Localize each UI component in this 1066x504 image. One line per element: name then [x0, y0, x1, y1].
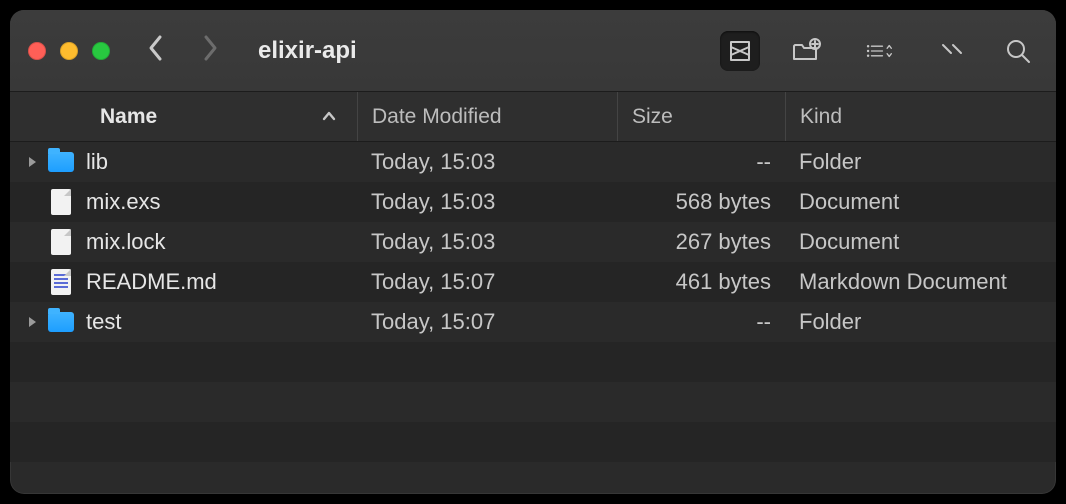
file-list: lib Today, 15:03 -- Folder mix.exs Today, 15:…: [10, 142, 1056, 494]
file-date: Today, 15:03: [371, 149, 495, 175]
empty-row: [10, 382, 1056, 422]
navigation-arrows: [146, 33, 220, 68]
zoom-window-button[interactable]: [92, 42, 110, 60]
disclosure-triangle-icon[interactable]: [22, 155, 42, 169]
file-row[interactable]: mix.exs Today, 15:03 568 bytes Document: [10, 182, 1056, 222]
file-name: mix.lock: [86, 229, 165, 255]
column-header-label: Kind: [800, 105, 842, 129]
column-header-label: Date Modified: [372, 105, 502, 129]
file-date: Today, 15:03: [371, 229, 495, 255]
file-size: --: [756, 149, 771, 175]
file-size: 461 bytes: [676, 269, 771, 295]
back-button[interactable]: [146, 33, 166, 68]
file-kind: Document: [799, 189, 899, 215]
markdown-file-icon: [48, 269, 74, 295]
view-options-button[interactable]: [852, 31, 906, 71]
column-header-kind[interactable]: Kind: [785, 92, 1056, 141]
close-window-button[interactable]: [28, 42, 46, 60]
new-folder-button[interactable]: [786, 31, 826, 71]
forward-button[interactable]: [200, 33, 220, 68]
search-button[interactable]: [998, 31, 1038, 71]
file-kind: Folder: [799, 149, 861, 175]
overflow-button[interactable]: [932, 31, 972, 71]
file-name: README.md: [86, 269, 217, 295]
file-kind: Folder: [799, 309, 861, 335]
toolbar-actions: [720, 31, 1038, 71]
app-action-button[interactable]: [720, 31, 760, 71]
file-size: 267 bytes: [676, 229, 771, 255]
file-row[interactable]: test Today, 15:07 -- Folder: [10, 302, 1056, 342]
empty-row: [10, 422, 1056, 462]
file-size: --: [756, 309, 771, 335]
column-header-size[interactable]: Size: [617, 92, 785, 141]
file-kind: Markdown Document: [799, 269, 1007, 295]
column-header-label: Size: [632, 105, 673, 129]
column-header-label: Name: [100, 105, 157, 129]
file-name: mix.exs: [86, 189, 161, 215]
document-file-icon: [48, 229, 74, 255]
column-header-date[interactable]: Date Modified: [357, 92, 617, 141]
file-name: test: [86, 309, 121, 335]
file-date: Today, 15:07: [371, 309, 495, 335]
window-title: elixir-api: [258, 37, 720, 65]
document-file-icon: [48, 189, 74, 215]
sort-ascending-icon: [321, 105, 337, 129]
finder-window: elixir-api: [10, 10, 1056, 494]
file-row[interactable]: mix.lock Today, 15:03 267 bytes Document: [10, 222, 1056, 262]
folder-icon: [48, 149, 74, 175]
empty-row: [10, 342, 1056, 382]
file-date: Today, 15:07: [371, 269, 495, 295]
column-header-name[interactable]: Name: [10, 92, 357, 141]
folder-icon: [48, 309, 74, 335]
file-size: 568 bytes: [676, 189, 771, 215]
column-headers: Name Date Modified Size Kind: [10, 92, 1056, 142]
disclosure-triangle-icon[interactable]: [22, 315, 42, 329]
file-row[interactable]: README.md Today, 15:07 461 bytes Markdown D…: [10, 262, 1056, 302]
file-row[interactable]: lib Today, 15:03 -- Folder: [10, 142, 1056, 182]
file-kind: Document: [799, 229, 899, 255]
toolbar: elixir-api: [10, 10, 1056, 92]
file-date: Today, 15:03: [371, 189, 495, 215]
minimize-window-button[interactable]: [60, 42, 78, 60]
window-controls: [28, 42, 110, 60]
file-name: lib: [86, 149, 108, 175]
